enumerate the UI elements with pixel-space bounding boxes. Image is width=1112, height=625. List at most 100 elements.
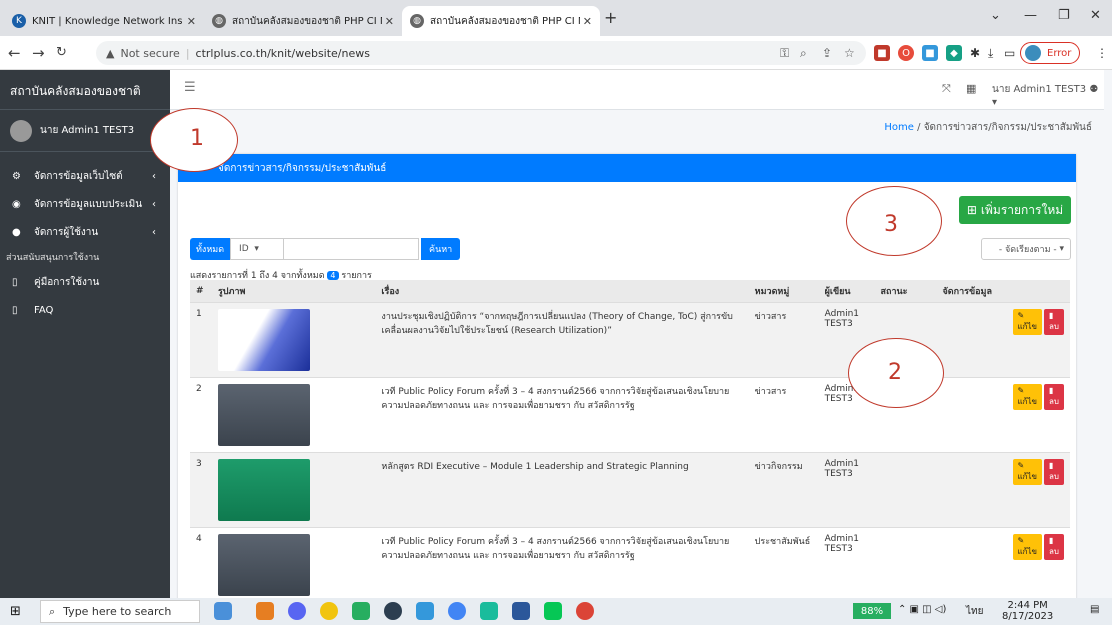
clock[interactable]: 2:44 PM 8/17/2023 [1002, 600, 1053, 622]
key-icon[interactable]: ⚿ [780, 46, 789, 61]
news-thumbnail[interactable] [217, 308, 310, 371]
user-menu[interactable]: นาย Admin1 TEST3 ⚉ ▾ [992, 82, 1104, 108]
breadcrumb: Home / จัดการข่าวสาร/กิจกรรม/ประชาสัมพัน… [884, 122, 1092, 133]
grid-icon[interactable]: ▦ [966, 82, 976, 95]
sidebar-item-faq[interactable]: ▯ FAQ [0, 296, 170, 324]
main-content: Home / จัดการข่าวสาร/กิจกรรม/ประชาสัมพัน… [170, 110, 1104, 604]
language-indicator[interactable]: ไทย [966, 604, 983, 619]
system-tray-icons[interactable]: ⌃ ▣ ◫ ◁) [898, 604, 946, 615]
file-explorer-icon[interactable] [416, 602, 434, 620]
sidepanel-icon[interactable]: ▭ [1004, 46, 1015, 60]
download-icon[interactable]: ⤓ [988, 46, 993, 61]
card-title: จัดการข่าวสาร/กิจกรรม/ประชาสัมพันธ์ [178, 154, 1076, 182]
annotation-number: 2 [888, 360, 902, 385]
filter-field-select[interactable]: ID ▾ [230, 238, 285, 260]
extension-icon[interactable]: ■ [922, 45, 938, 61]
line-icon[interactable] [352, 602, 370, 620]
extension-icon[interactable]: ■ [874, 45, 890, 61]
puzzle-icon[interactable]: ✱ [970, 46, 980, 60]
new-tab-button[interactable]: + [604, 8, 617, 27]
close-tab-icon[interactable]: ✕ [385, 15, 394, 28]
delete-button[interactable]: ▮ ลบ [1044, 458, 1064, 485]
taskbar-app-icon[interactable] [384, 602, 402, 620]
vlc-icon[interactable] [256, 602, 274, 620]
news-table: # รูปภาพ เรื่อง หมวดหมู่ ผู้เขียน สถานะ … [190, 280, 1070, 603]
col-header: หมวดหมู่ [748, 280, 819, 303]
share-icon[interactable]: ⇪ [822, 46, 832, 60]
zoom-icon[interactable]: ⌕ [800, 46, 807, 61]
word-icon[interactable] [512, 602, 530, 620]
edit-button[interactable]: ✎ แก้ไข [1012, 533, 1043, 560]
filter-bar: ทั้งหมด ID ▾ ค้นหา [190, 238, 461, 260]
search-button[interactable]: ค้นหา [421, 238, 461, 260]
line-icon[interactable] [544, 602, 562, 620]
forward-icon[interactable]: → [32, 44, 45, 62]
restore-button[interactable]: ❐ [1058, 8, 1070, 23]
edit-button[interactable]: ✎ แก้ไข [1012, 383, 1043, 410]
tab-knit[interactable]: K KNIT | Knowledge Network Instit ✕ [4, 6, 204, 36]
discord-icon[interactable] [288, 602, 306, 620]
sidebar: สถาบันคลังสมองของชาติ นาย Admin1 TEST3 ⚙… [0, 70, 170, 598]
tab-search-button[interactable]: ⌄ [990, 8, 1001, 23]
search-input[interactable] [284, 238, 420, 260]
brand-title[interactable]: สถาบันคลังสมองของชาติ [0, 70, 170, 110]
col-header: สถานะ [874, 280, 937, 303]
filter-all-button[interactable]: ทั้งหมด [190, 238, 231, 260]
sort-select[interactable]: - จัดเรียงตาม - ▾ [981, 238, 1071, 260]
sidebar-section-header: ส่วนสนับสนุนการใช้งาน [6, 253, 100, 263]
sidebar-item-manual[interactable]: ▯ คู่มือการใช้งาน [0, 268, 170, 296]
col-header: ผู้เขียน [818, 280, 875, 303]
breadcrumb-current: จัดการข่าวสาร/กิจกรรม/ประชาสัมพันธ์ [923, 122, 1092, 133]
sidebar-user[interactable]: นาย Admin1 TEST3 [0, 110, 170, 152]
palette-icon: ◉ [12, 198, 21, 210]
back-icon[interactable]: ← [8, 44, 21, 62]
extension-icon[interactable]: ◆ [946, 45, 962, 61]
add-new-button[interactable]: ⊞ เพิ่มรายการใหม่ [959, 196, 1071, 224]
battery-indicator[interactable]: 88% [853, 603, 891, 619]
news-thumbnail[interactable] [217, 383, 310, 446]
news-thumbnail[interactable] [217, 533, 310, 596]
sidebar-item-website[interactable]: ⚙ จัดการข้อมูลเว็บไซต์ ‹ [0, 162, 170, 190]
taskbar-app-icon[interactable] [480, 602, 498, 620]
avatar [1025, 45, 1041, 61]
tab-php-1[interactable]: ◍ สถาบันคลังสมองของชาติ PHP CI MA ✕ [204, 6, 402, 36]
chevron-left-icon: ‹ [152, 198, 156, 210]
breadcrumb-home-link[interactable]: Home [884, 122, 914, 133]
notification-icon[interactable]: ▤ [1090, 604, 1099, 615]
profile-error-button[interactable]: Error [1020, 42, 1080, 64]
edit-button[interactable]: ✎ แก้ไข [1012, 308, 1043, 335]
bookmark-star-icon[interactable]: ☆ [844, 46, 855, 60]
close-tab-icon[interactable]: ✕ [583, 15, 592, 28]
delete-button[interactable]: ▮ ลบ [1044, 383, 1064, 410]
url-bar[interactable]: ▲ Not secure | ctrlplus.co.th/knit/websi… [96, 41, 866, 65]
chrome-icon[interactable] [448, 602, 466, 620]
cogs-icon: ⚙ [12, 170, 21, 182]
opera-icon[interactable]: O [898, 45, 914, 61]
edit-button[interactable]: ✎ แก้ไข [1012, 458, 1043, 485]
taskbar-search[interactable]: ⌕ Type here to search [40, 600, 200, 623]
sidebar-item-users[interactable]: ● จัดการผู้ใช้งาน ‹ [0, 218, 170, 246]
delete-button[interactable]: ▮ ลบ [1044, 308, 1064, 335]
chrome-icon[interactable] [576, 602, 594, 620]
annotation-number: 1 [190, 126, 204, 151]
minimize-button[interactable]: — [1024, 8, 1037, 23]
taskbar-app-icon[interactable] [214, 602, 232, 620]
globe-icon: ◍ [212, 14, 226, 28]
taskbar-app-icon[interactable] [320, 602, 338, 620]
plus-square-icon: ⊞ [966, 203, 977, 217]
fullscreen-icon[interactable]: ⤧ [942, 82, 951, 96]
reload-icon[interactable]: ↻ [56, 45, 67, 60]
annotation-number: 3 [884, 212, 898, 237]
delete-button[interactable]: ▮ ลบ [1044, 533, 1064, 560]
tab-php-2[interactable]: ◍ สถาบันคลังสมองของชาติ PHP CI MA ✕ [402, 6, 600, 36]
hamburger-menu-icon[interactable]: ☰ [184, 80, 196, 95]
more-menu-icon[interactable]: ⋮ [1096, 46, 1108, 60]
top-navbar: ☰ ⤧ ▦ นาย Admin1 TEST3 ⚉ ▾ [170, 70, 1104, 110]
close-tab-icon[interactable]: ✕ [187, 15, 196, 28]
close-window-button[interactable]: ✕ [1090, 8, 1101, 23]
security-label: Not secure [120, 46, 180, 60]
news-thumbnail[interactable] [217, 458, 310, 521]
sidebar-item-evaluation[interactable]: ◉ จัดการข้อมูลแบบประเมิน ‹ [0, 190, 170, 218]
windows-start-icon[interactable]: ⊞ [10, 604, 21, 619]
globe-icon: ◍ [410, 14, 424, 28]
